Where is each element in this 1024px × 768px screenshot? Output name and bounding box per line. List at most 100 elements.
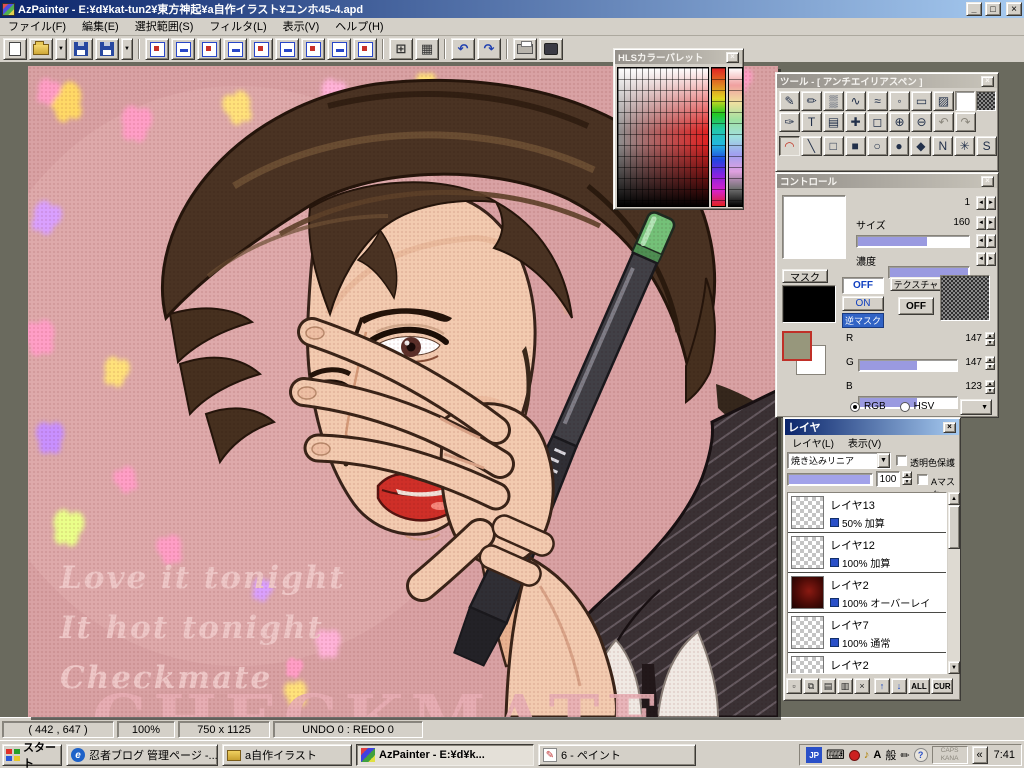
tool-button[interactable]: ↶ <box>933 112 954 132</box>
draw-mode-button-3[interactable] <box>197 38 221 60</box>
layer-scrollbar[interactable]: ▲ ▼ <box>948 492 960 674</box>
up-arrow-icon[interactable]: ▲ <box>902 471 912 478</box>
tray-collapse-button[interactable]: « <box>972 746 988 764</box>
layer-visible-icon[interactable] <box>830 598 839 607</box>
size-slider-spinner[interactable]: ◄ ► <box>976 234 996 248</box>
layer-item[interactable]: レイヤ7 100% 通常 <box>788 613 946 653</box>
scrollbar-thumb[interactable] <box>948 505 960 549</box>
menu-item[interactable]: フィルタ(L) <box>201 18 274 36</box>
layer-cur-button[interactable]: CUR <box>931 678 953 694</box>
mask-reverse-button[interactable]: 逆マスク <box>842 313 884 328</box>
tool-button[interactable]: ▭ <box>911 91 932 111</box>
layer-tool-button[interactable]: ▥ <box>837 678 853 694</box>
shape-button[interactable]: □ <box>823 136 844 156</box>
shape-button[interactable]: ■ <box>845 136 866 156</box>
draw-mode-button-5[interactable] <box>249 38 273 60</box>
open-button[interactable] <box>29 38 53 60</box>
shape-button[interactable]: ✳ <box>954 136 975 156</box>
draw-mode-button-4[interactable] <box>223 38 247 60</box>
up-arrow-icon[interactable]: ▲ <box>985 356 995 363</box>
shape-button[interactable]: ◠ <box>779 136 800 156</box>
layer-down-button[interactable]: ↓ <box>891 678 907 694</box>
size-spinner[interactable]: ◄ ► <box>976 216 996 230</box>
draw-mode-button-6[interactable] <box>275 38 299 60</box>
menu-item[interactable]: 編集(E) <box>74 18 127 36</box>
maximize-button[interactable]: □ <box>985 2 1001 16</box>
down-arrow-icon[interactable]: ▼ <box>985 339 995 346</box>
tool-button[interactable]: ▤ <box>823 112 844 132</box>
layer-item[interactable]: レイヤ13 50% 加算 <box>788 493 946 533</box>
grid-button[interactable]: ⊞ <box>389 38 413 60</box>
titlebar[interactable]: AzPainter - E:¥d¥kat-tun2¥東方神起¥a自作イラスト¥ユ… <box>0 0 1024 18</box>
open-dropdown[interactable]: ▼ <box>55 38 67 60</box>
taskbar-task[interactable]: 6 - ペイント <box>538 744 696 766</box>
option-button[interactable] <box>539 38 563 60</box>
print-button[interactable] <box>513 38 537 60</box>
g-spinner[interactable]: ▲ ▼ <box>985 356 995 370</box>
layer-all-button[interactable]: ALL <box>908 678 930 694</box>
save-button[interactable] <box>69 38 93 60</box>
left-arrow-icon[interactable]: ◄ <box>976 216 986 230</box>
tool-button[interactable]: ✑ <box>779 112 800 132</box>
menu-item[interactable]: 選択範囲(S) <box>127 18 202 36</box>
menu-item[interactable]: ヘルプ(H) <box>327 18 391 36</box>
right-arrow-icon[interactable]: ► <box>986 196 996 210</box>
foreground-swatch[interactable] <box>955 91 975 111</box>
ime-mode-a[interactable]: A <box>873 749 881 761</box>
shape-button[interactable]: ● <box>889 136 910 156</box>
layer-up-button[interactable]: ↑ <box>874 678 890 694</box>
ime-mode-general[interactable]: 般 <box>885 747 896 763</box>
tool-button[interactable]: ↷ <box>955 112 976 132</box>
blend-mode-dropdown[interactable]: 焼き込みリニア ▼ <box>787 452 891 469</box>
opacity-spinner[interactable]: ▲ ▼ <box>902 471 912 485</box>
layer-visible-icon[interactable] <box>830 518 839 527</box>
draw-mode-button-7[interactable] <box>301 38 325 60</box>
keyboard-icon[interactable]: ⌨ <box>826 747 845 763</box>
redo-button[interactable]: ↷ <box>477 38 501 60</box>
taskbar-task[interactable]: 忍者ブログ 管理ページ -... <box>66 744 218 766</box>
hls-hue-strip[interactable] <box>711 67 726 207</box>
layer-item[interactable]: レイヤ12 100% 加算 <box>788 533 946 573</box>
layer-menu-item[interactable]: 表示(V) <box>841 435 888 450</box>
down-arrow-icon[interactable]: ▼ <box>985 363 995 370</box>
ime-jp-icon[interactable]: JP <box>806 747 822 763</box>
down-arrow-icon[interactable]: ▼ <box>902 478 912 485</box>
texture-off-button[interactable]: OFF <box>898 297 934 315</box>
layer-tool-button[interactable]: × <box>854 678 870 694</box>
tool-button[interactable]: ◻ <box>867 112 888 132</box>
tool-button[interactable]: ⊕ <box>889 112 910 132</box>
hls-shade-strip[interactable] <box>728 67 743 207</box>
tool-button[interactable]: ✏ <box>801 91 822 111</box>
opacity-slider[interactable] <box>787 473 873 486</box>
undo-button[interactable]: ↶ <box>451 38 475 60</box>
layer-titlebar[interactable]: レイヤ × <box>785 419 959 435</box>
shape-button[interactable]: S <box>976 136 997 156</box>
minimize-button[interactable]: _ <box>966 2 982 16</box>
amask-checkbox[interactable] <box>917 474 928 485</box>
layer-item[interactable]: レイヤ2 100% 焼き込みリニア <box>788 653 946 674</box>
tool-button[interactable]: ▒ <box>823 91 844 111</box>
right-arrow-icon[interactable]: ► <box>986 234 996 248</box>
protect-checkbox[interactable] <box>896 455 907 466</box>
layer-tool-button[interactable]: ▫ <box>786 678 802 694</box>
shape-button[interactable]: ○ <box>867 136 888 156</box>
density-spinner[interactable]: ◄ ► <box>976 252 996 266</box>
close-icon[interactable]: × <box>943 422 956 433</box>
shape-button[interactable]: ╲ <box>801 136 822 156</box>
layer-tool-button[interactable]: ▤ <box>820 678 836 694</box>
right-arrow-icon[interactable]: ► <box>986 252 996 266</box>
r-spinner[interactable]: ▲ ▼ <box>985 332 995 346</box>
pen-tray-icon[interactable]: ✏ <box>900 749 909 762</box>
tool-button[interactable]: ▨ <box>933 91 954 111</box>
taskbar-task[interactable]: a自作イラスト <box>222 744 352 766</box>
close-button[interactable]: × <box>1006 2 1022 16</box>
tool-button[interactable]: ≈ <box>867 91 888 111</box>
shape-button[interactable]: N <box>932 136 953 156</box>
close-icon[interactable]: × <box>981 176 994 187</box>
draw-mode-button-1[interactable] <box>145 38 169 60</box>
close-icon[interactable]: × <box>726 52 739 63</box>
rgb-radio[interactable] <box>850 402 860 412</box>
color-mode-dropdown[interactable]: ▼ <box>960 399 992 415</box>
tool-button[interactable]: ⊖ <box>911 112 932 132</box>
hsv-radio[interactable] <box>900 402 910 412</box>
